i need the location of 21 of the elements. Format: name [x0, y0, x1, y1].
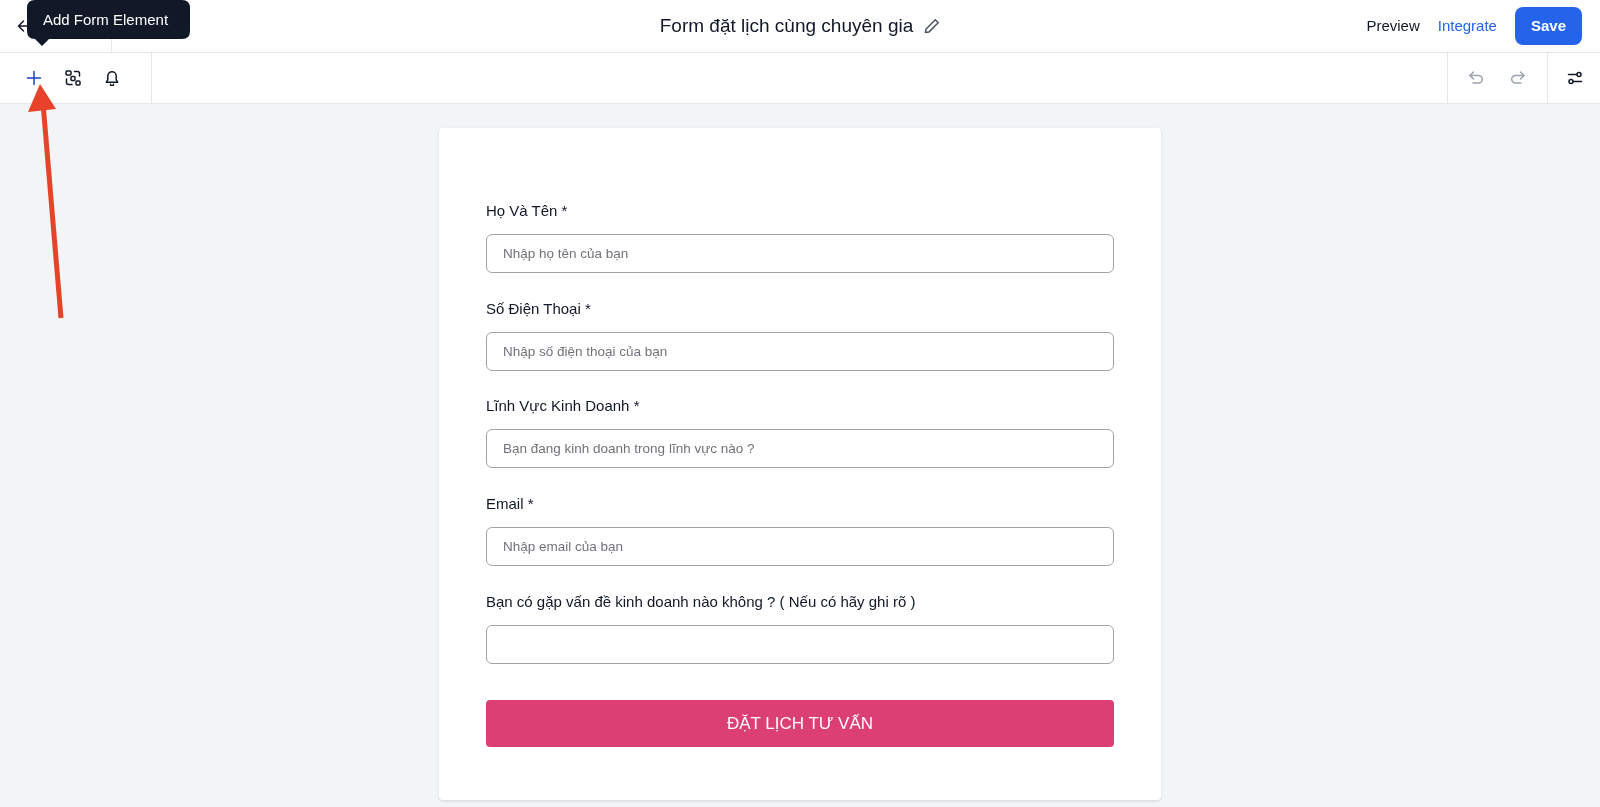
submit-button[interactable]: ĐẶT LỊCH TƯ VẤN	[486, 700, 1114, 748]
text-input[interactable]: Bạn đang kinh doanh trong lĩnh vực nào ?	[486, 429, 1114, 469]
preview-button[interactable]: Preview	[1366, 14, 1420, 38]
plus-icon[interactable]	[26, 70, 42, 86]
text-input[interactable]	[486, 624, 1114, 664]
integrate-button[interactable]: Integrate	[1437, 14, 1497, 38]
tooltip: Add Form Element	[27, 0, 190, 46]
pencil-icon[interactable]	[924, 18, 941, 34]
text-input[interactable]: Nhập họ tên của bạn	[486, 234, 1114, 273]
field-label: Bạn có gặp vấn đề kinh doanh nào không ? ( Nếu có hãy ghi rõ )	[486, 591, 917, 612]
field-label: Số Điện Thoại *	[486, 298, 592, 319]
text-input[interactable]: Nhập email của bạn	[486, 527, 1114, 567]
save-button[interactable]: Save	[1514, 7, 1582, 45]
text-input[interactable]: Nhập số điện thoại của bạn	[486, 331, 1114, 371]
field-label: Email *	[486, 494, 535, 515]
form-title: Form đặt lịch cùng chuyên gia	[659, 14, 914, 38]
connected-squares-icon[interactable]	[64, 69, 82, 87]
sliders-icon[interactable]	[1567, 70, 1583, 86]
bell-icon[interactable]	[104, 70, 120, 86]
field-label: Họ Và Tên *	[486, 201, 569, 221]
field-label: Lĩnh Vực Kinh Doanh *	[486, 396, 641, 417]
